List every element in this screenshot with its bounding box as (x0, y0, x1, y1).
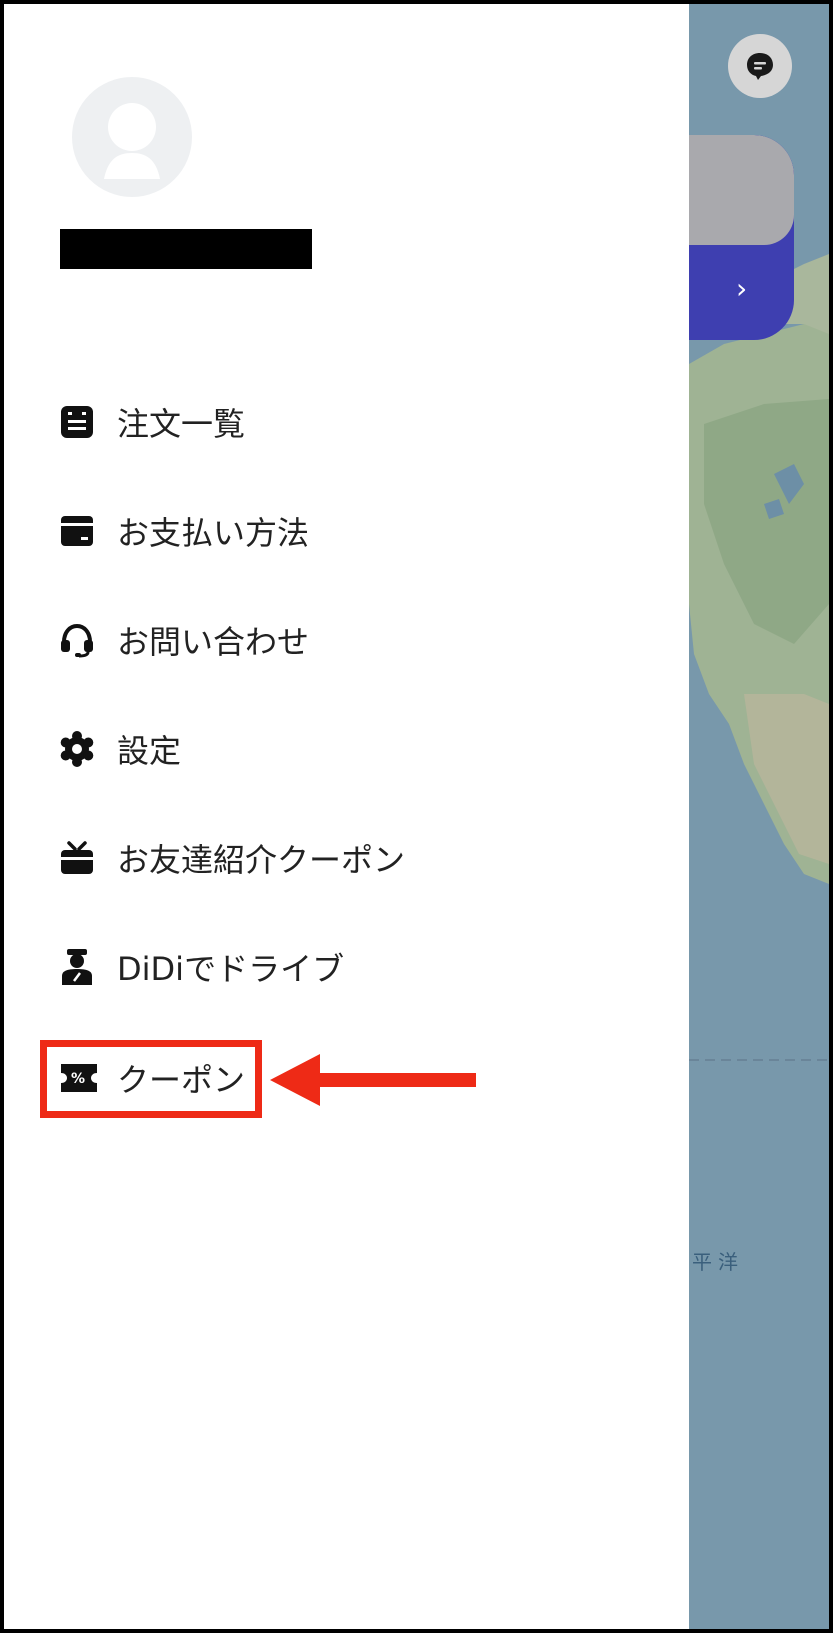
menu-item-referral[interactable]: お友達紹介クーポン (59, 836, 405, 880)
chat-button[interactable] (728, 34, 792, 98)
gear-icon (59, 729, 99, 769)
menu-label-drive: DiDiでドライブ (117, 950, 345, 988)
user-silhouette-icon (104, 103, 160, 179)
chevron-right-icon: › (736, 272, 748, 305)
screen-frame: › 平洋 注文一覧 お支払い方法 お問い合わせ 設定 お友達紹介クーポン DiD… (0, 0, 833, 1633)
menu-label-contact: お問い合わせ (117, 623, 310, 661)
headset-icon (59, 620, 99, 660)
order-list-icon (59, 402, 99, 442)
ocean-label: 平洋 (692, 1250, 744, 1274)
menu-item-drive[interactable]: DiDiでドライブ (59, 945, 344, 989)
avatar[interactable] (72, 77, 192, 197)
redacted-username (60, 229, 312, 269)
menu-item-contact[interactable]: お問い合わせ (59, 618, 309, 662)
menu-item-orders[interactable]: 注文一覧 (59, 400, 245, 444)
side-drawer: 注文一覧 お支払い方法 お問い合わせ 設定 お友達紹介クーポン DiDiでドライ… (4, 4, 689, 1629)
menu-item-settings[interactable]: 設定 (59, 727, 181, 771)
menu-label-referral: お友達紹介クーポン (117, 841, 406, 879)
menu-item-payment[interactable]: お支払い方法 (59, 509, 309, 553)
driver-icon (59, 947, 99, 987)
gift-icon (59, 838, 99, 878)
menu-label-orders: 注文一覧 (117, 405, 246, 443)
annotation-highlight-box (40, 1040, 262, 1118)
wallet-icon (59, 511, 99, 551)
menu-label-payment: お支払い方法 (117, 514, 310, 552)
chat-icon (747, 53, 773, 80)
menu-label-settings: 設定 (117, 732, 182, 770)
annotation-arrow-icon (270, 1054, 476, 1106)
